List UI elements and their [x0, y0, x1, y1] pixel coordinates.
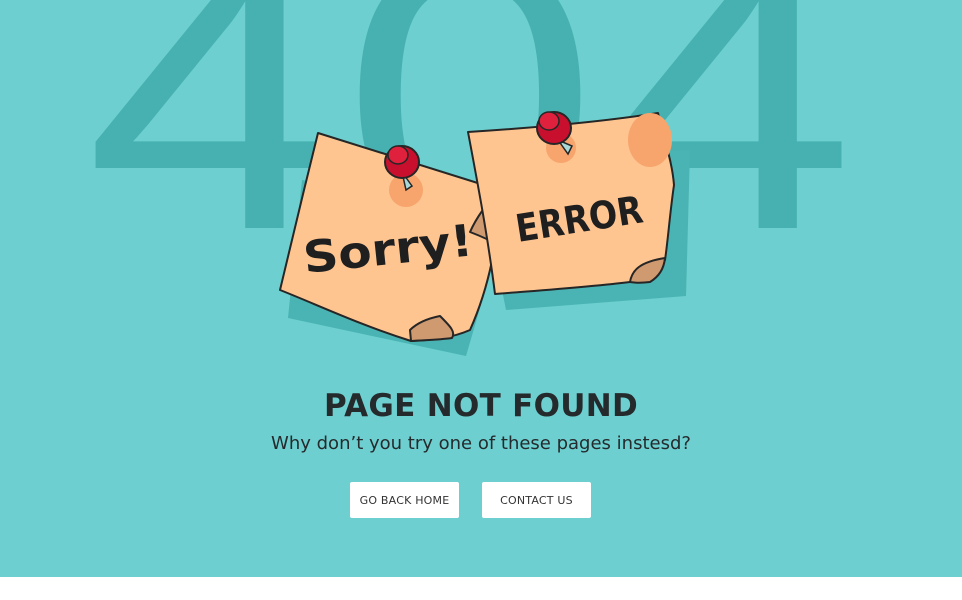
page-title: PAGE NOT FOUND — [323, 388, 639, 424]
error-hero-section: 404 Sorry! ERROR PAGE NOT FOUND Why don’… — [0, 0, 962, 577]
go-back-home-button[interactable]: GO BACK HOME — [350, 482, 459, 518]
page-subtitle: Why don’t you try one of these pages ins… — [271, 433, 691, 454]
right-sticky-note: ERROR — [467, 112, 675, 295]
sticky-notes-illustration: Sorry! ERROR — [279, 111, 690, 356]
contact-us-button[interactable]: CONTACT US — [482, 482, 591, 518]
